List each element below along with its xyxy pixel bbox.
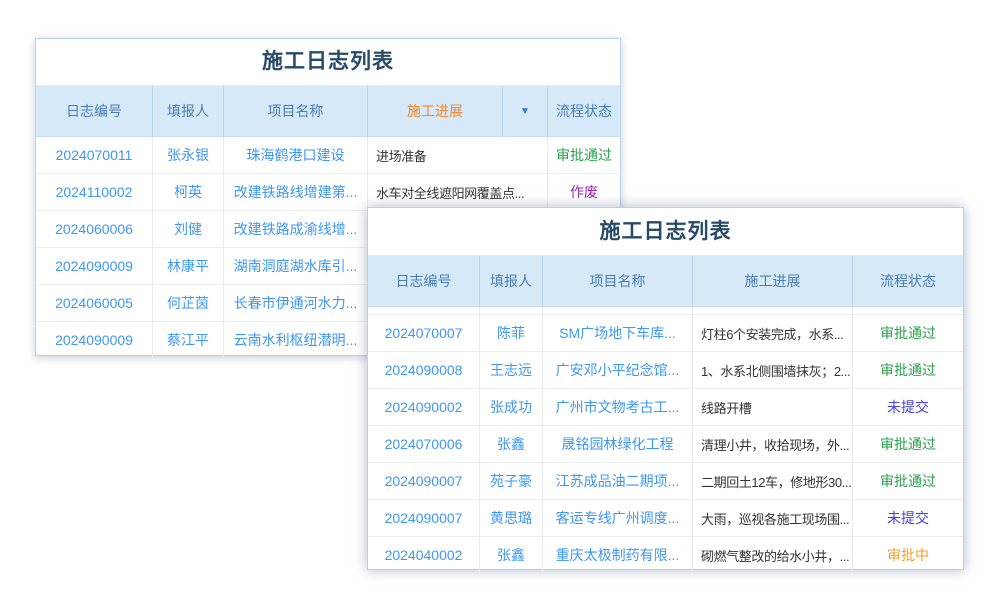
- status-badge: 审批通过: [853, 352, 963, 388]
- log-id-link[interactable]: 2024060005: [36, 285, 153, 321]
- chevron-down-icon[interactable]: ▼: [520, 106, 530, 117]
- reporter-link[interactable]: 张鑫: [480, 426, 543, 462]
- project-link[interactable]: SM广场地下车库...: [543, 315, 693, 351]
- progress-cell: 大雨，巡视各施工现场围...: [693, 500, 853, 536]
- page-title: 施工日志列表: [368, 208, 963, 256]
- log-id-link[interactable]: 2024060006: [36, 211, 153, 247]
- table-row: 2024090002 张成功 广州市文物考古工... 线路开槽 未提交: [368, 389, 963, 426]
- project-link[interactable]: 湖南洞庭湖水库引...: [224, 248, 368, 284]
- reporter-link[interactable]: 何芷茵: [153, 285, 224, 321]
- table-row: 2024090008 王志远 广安邓小平纪念馆... 1、水系北侧围墙抹灰；2.…: [368, 352, 963, 389]
- log-id-link[interactable]: 2024070006: [368, 426, 480, 462]
- column-header-reporter: 填报人: [153, 86, 224, 136]
- log-id-link[interactable]: 2024110002: [36, 174, 153, 210]
- column-header-project: 项目名称: [543, 256, 693, 306]
- table-body: 2024070007 陈菲 SM广场地下车库... 灯柱6个安装完成，水系...…: [368, 315, 963, 574]
- table-row: 2024110002 柯英 改建铁路线增建第... 水车对全线遮阳网覆盖点...…: [36, 174, 620, 211]
- reporter-link[interactable]: 黄思璐: [480, 500, 543, 536]
- column-header-log-id: 日志编号: [368, 256, 480, 306]
- log-id-link[interactable]: 2024070007: [368, 315, 480, 351]
- status-badge: 审批通过: [853, 463, 963, 499]
- reporter-link[interactable]: 柯英: [153, 174, 224, 210]
- progress-cell: 水车对全线遮阳网覆盖点...: [368, 174, 548, 210]
- column-header-project: 项目名称: [224, 86, 368, 136]
- table-row: 2024070007 陈菲 SM广场地下车库... 灯柱6个安装完成，水系...…: [368, 315, 963, 352]
- reporter-link[interactable]: 王志远: [480, 352, 543, 388]
- column-header-log-id: 日志编号: [36, 86, 153, 136]
- project-link[interactable]: 重庆太极制药有限...: [543, 537, 693, 573]
- project-link[interactable]: 客运专线广州调度...: [543, 500, 693, 536]
- project-link[interactable]: 长春市伊通河水力...: [224, 285, 368, 321]
- partial-scrolled-row: [368, 307, 963, 315]
- column-header-status: 流程状态: [853, 256, 963, 306]
- progress-cell: 进场准备: [368, 137, 548, 173]
- progress-cell: 灯柱6个安装完成，水系...: [693, 315, 853, 351]
- project-link[interactable]: 江苏成品油二期项...: [543, 463, 693, 499]
- table-row: 2024090007 苑子豪 江苏成品油二期项... 二期回土12车，修地形30…: [368, 463, 963, 500]
- project-link[interactable]: 珠海鹤港口建设: [224, 137, 368, 173]
- status-badge: 审批通过: [853, 315, 963, 351]
- reporter-link[interactable]: 张鑫: [480, 537, 543, 573]
- table-row: 2024040002 张鑫 重庆太极制药有限... 砌燃气整改的给水小井，...…: [368, 537, 963, 574]
- progress-cell: 1、水系北侧围墙抹灰；2...: [693, 352, 853, 388]
- reporter-link[interactable]: 张永银: [153, 137, 224, 173]
- table-row: 2024070011 张永银 珠海鹤港口建设 进场准备 审批通过: [36, 137, 620, 174]
- column-header-reporter: 填报人: [480, 256, 543, 306]
- status-badge: 作废: [548, 174, 620, 210]
- log-id-link[interactable]: 2024070011: [36, 137, 153, 173]
- log-id-link[interactable]: 2024090009: [36, 322, 153, 358]
- project-link[interactable]: 改建铁路成渝线增...: [224, 211, 368, 247]
- log-id-link[interactable]: 2024090008: [368, 352, 480, 388]
- column-header-status: 流程状态: [548, 86, 620, 136]
- project-link[interactable]: 广安邓小平纪念馆...: [543, 352, 693, 388]
- reporter-link[interactable]: 刘健: [153, 211, 224, 247]
- column-header-progress: 施工进展: [693, 256, 853, 306]
- progress-cell: 线路开槽: [693, 389, 853, 425]
- progress-cell: 二期回土12车，修地形30...: [693, 463, 853, 499]
- reporter-link[interactable]: 陈菲: [480, 315, 543, 351]
- status-badge: 未提交: [853, 500, 963, 536]
- project-link[interactable]: 广州市文物考古工...: [543, 389, 693, 425]
- reporter-link[interactable]: 张成功: [480, 389, 543, 425]
- progress-cell: 清理小井，收拾现场，外...: [693, 426, 853, 462]
- log-id-link[interactable]: 2024090007: [368, 463, 480, 499]
- status-badge: 未提交: [853, 389, 963, 425]
- status-badge: 审批中: [853, 537, 963, 573]
- project-link[interactable]: 云南水利枢纽潜明...: [224, 322, 368, 358]
- log-id-link[interactable]: 2024090002: [368, 389, 480, 425]
- table-row: 2024090007 黄思璐 客运专线广州调度... 大雨，巡视各施工现场围..…: [368, 500, 963, 537]
- column-header-progress[interactable]: 施工进展: [368, 86, 503, 136]
- table-header-row: 日志编号 填报人 项目名称 施工进展 ▼ 流程状态: [36, 86, 620, 137]
- status-badge: 审批通过: [853, 426, 963, 462]
- construction-log-table-front: 施工日志列表 日志编号 填报人 项目名称 施工进展 流程状态 202407000…: [367, 207, 964, 570]
- progress-cell: 砌燃气整改的给水小井，...: [693, 537, 853, 573]
- project-link[interactable]: 晟铭园林绿化工程: [543, 426, 693, 462]
- reporter-link[interactable]: 蔡江平: [153, 322, 224, 358]
- log-id-link[interactable]: 2024090007: [368, 500, 480, 536]
- log-id-link[interactable]: 2024090009: [36, 248, 153, 284]
- project-link[interactable]: 改建铁路线增建第...: [224, 174, 368, 210]
- status-badge: 审批通过: [548, 137, 620, 173]
- page-title: 施工日志列表: [36, 39, 620, 86]
- reporter-link[interactable]: 林康平: [153, 248, 224, 284]
- log-id-link[interactable]: 2024040002: [368, 537, 480, 573]
- table-row: 2024070006 张鑫 晟铭园林绿化工程 清理小井，收拾现场，外... 审批…: [368, 426, 963, 463]
- sort-dropdown-cell[interactable]: ▼: [503, 86, 548, 136]
- table-header-row: 日志编号 填报人 项目名称 施工进展 流程状态: [368, 256, 963, 307]
- reporter-link[interactable]: 苑子豪: [480, 463, 543, 499]
